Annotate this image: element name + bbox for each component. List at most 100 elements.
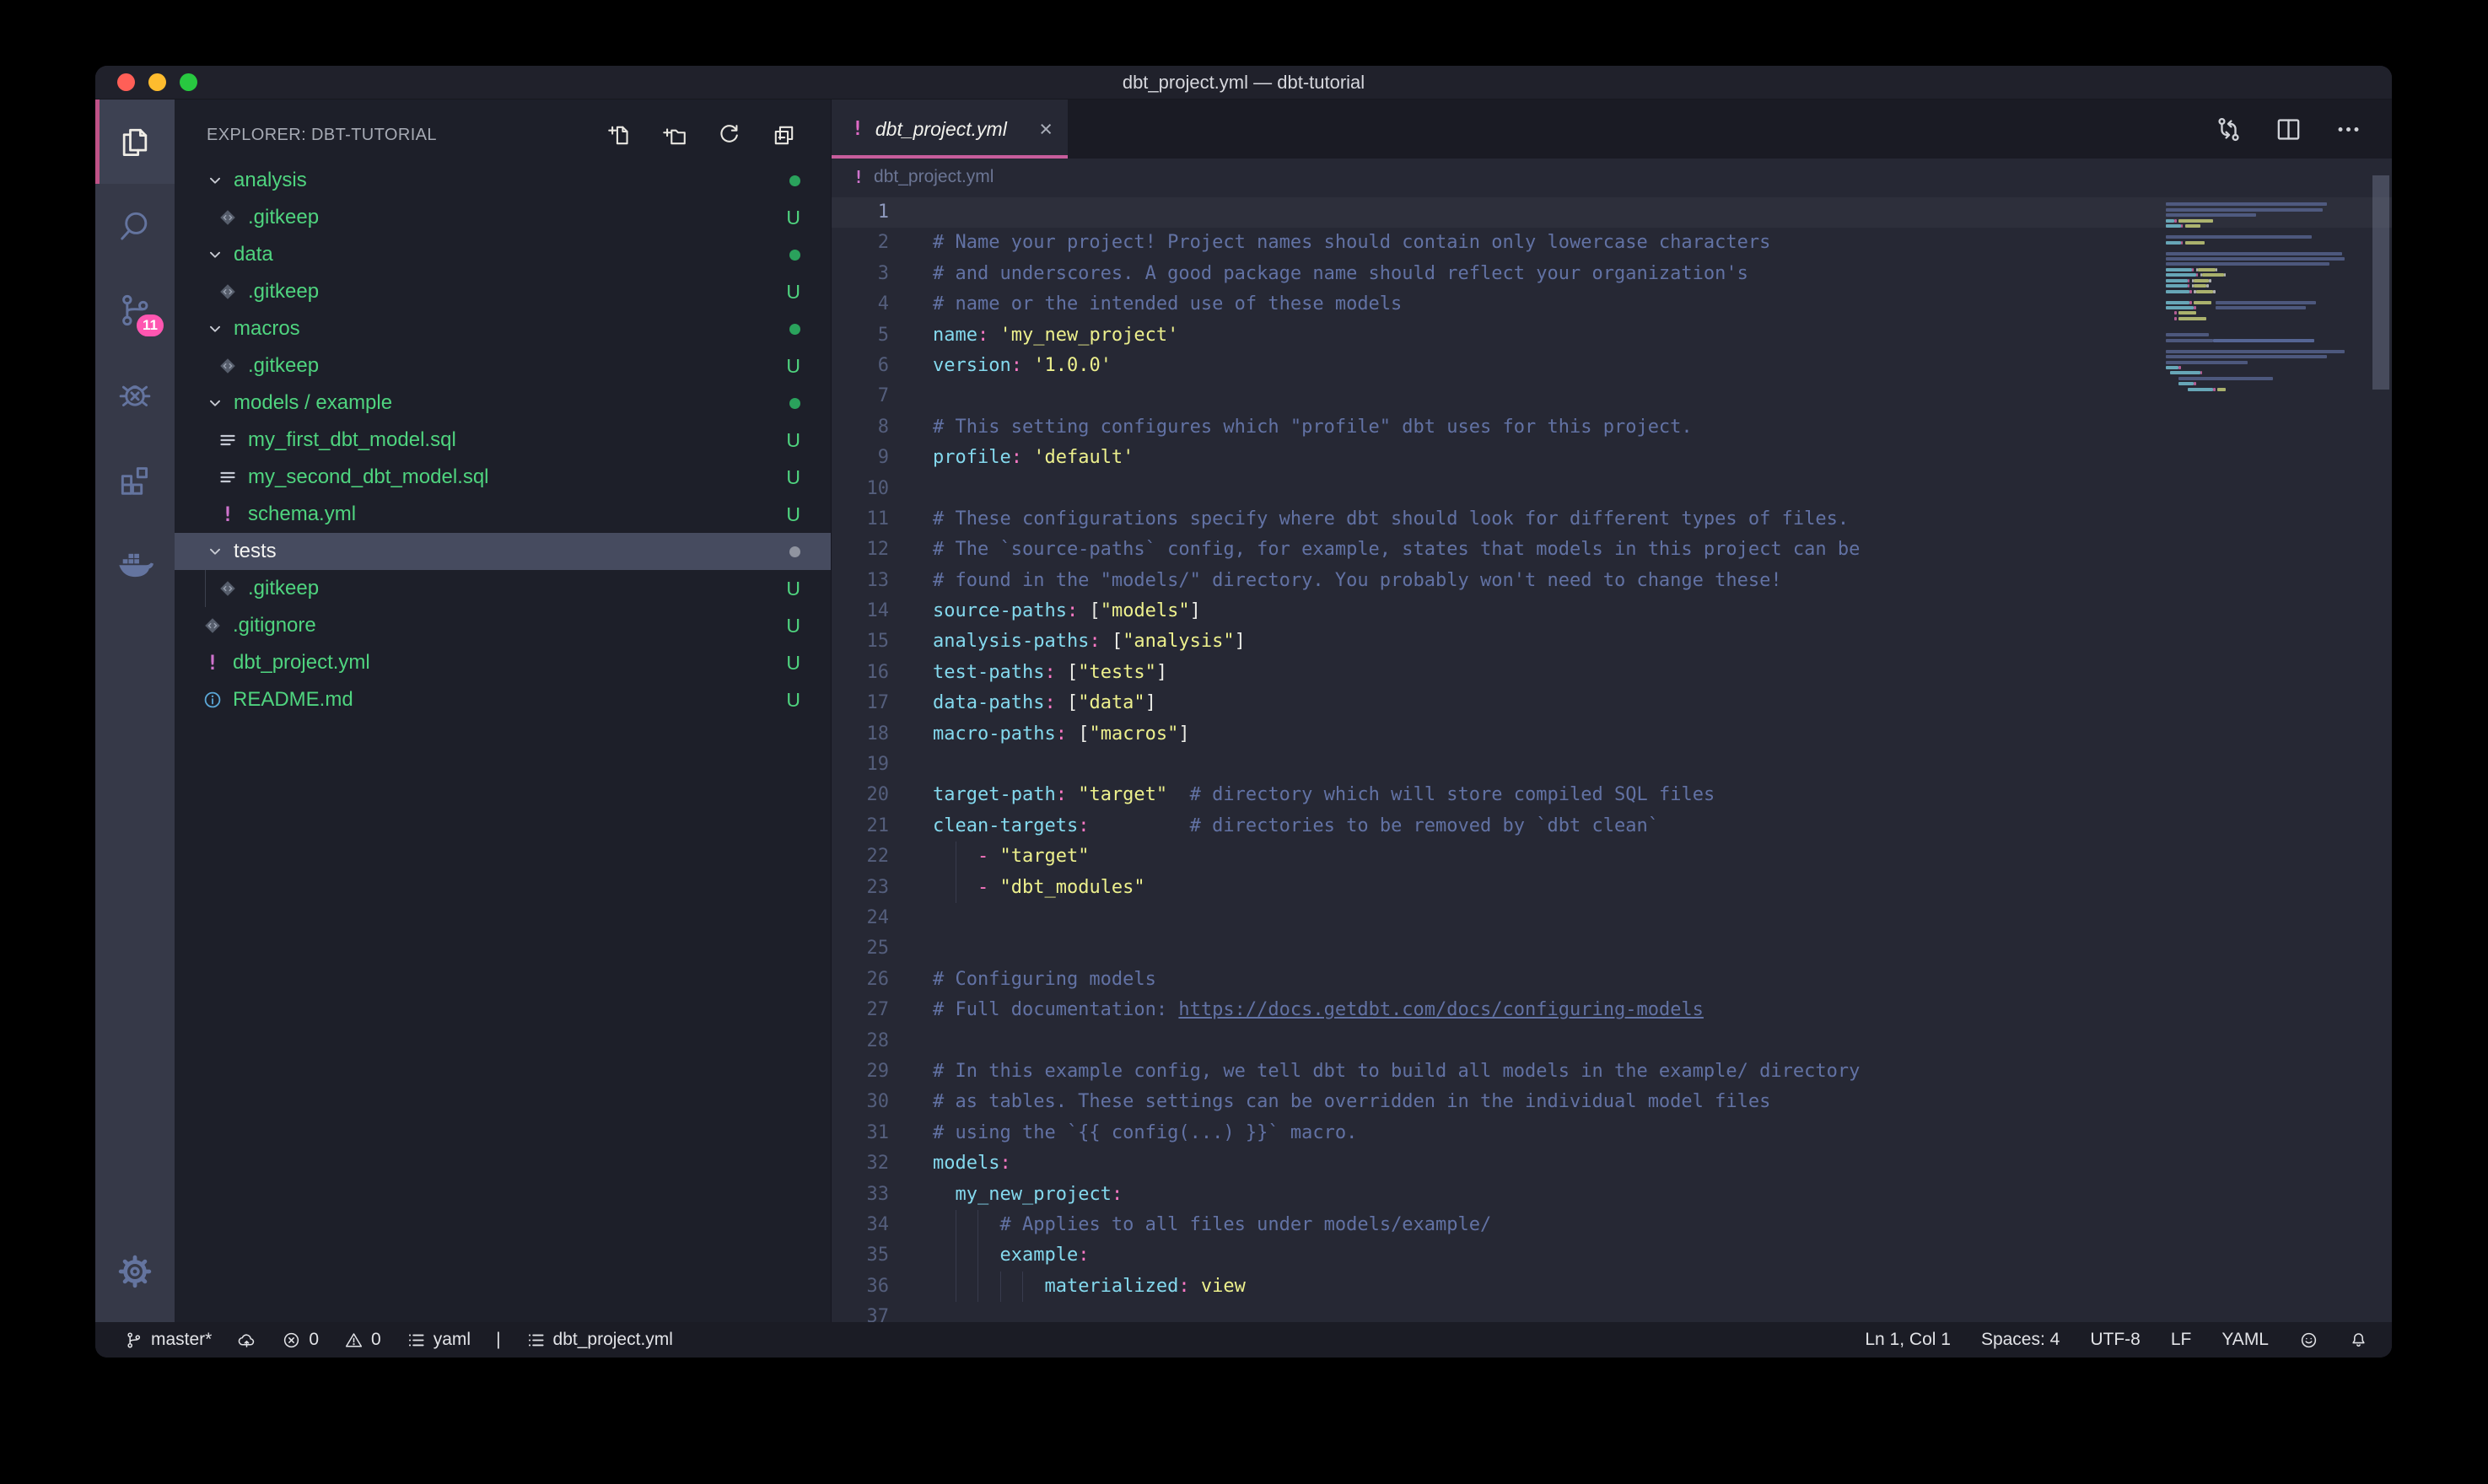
tree-item-models-example[interactable]: models / example [175, 384, 831, 422]
status-ln-1-col-1[interactable]: Ln 1, Col 1 [1865, 1330, 1951, 1350]
code-line-27[interactable]: 27# Full documentation: https://docs.get… [832, 995, 2392, 1025]
code-line-16[interactable]: 16test-paths: ["tests"] [832, 658, 2392, 688]
docker-activity-button[interactable] [95, 521, 175, 605]
split-editor-icon[interactable] [2274, 115, 2303, 144]
collapse-all-icon[interactable] [771, 122, 797, 148]
code-line-15[interactable]: 15analysis-paths: ["analysis"] [832, 626, 2392, 657]
tree-item--gitkeep[interactable]: .gitkeepU [175, 273, 831, 310]
more-actions-icon[interactable] [2334, 115, 2363, 144]
code-line-2[interactable]: 2# Name your project! Project names shou… [832, 228, 2392, 258]
tree-item-label: .gitkeep [248, 206, 786, 229]
explorer-activity-button[interactable] [95, 99, 175, 184]
code-line-8[interactable]: 8# This setting configures which "profil… [832, 412, 2392, 443]
title-bar[interactable]: dbt_project.yml — dbt-tutorial [95, 66, 2392, 99]
tree-item-analysis[interactable]: analysis [175, 162, 831, 199]
status-feedback[interactable] [2299, 1331, 2318, 1350]
status-outline[interactable]: yaml [407, 1330, 471, 1350]
tree-item-my-first-dbt-model-sql[interactable]: my_first_dbt_model.sqlU [175, 422, 831, 459]
explorer-title: EXPLORER: DBT-TUTORIAL [207, 126, 606, 145]
tab-close-icon[interactable]: × [1039, 118, 1053, 141]
code-line-3[interactable]: 3# and underscores. A good package name … [832, 259, 2392, 289]
code-line-31[interactable]: 31# using the `{{ config(...) }}` macro. [832, 1118, 2392, 1148]
tree-item--gitkeep[interactable]: .gitkeepU [175, 199, 831, 236]
code-line-25[interactable]: 25 [832, 933, 2392, 964]
tree-item-my-second-dbt-model-sql[interactable]: my_second_dbt_model.sqlU [175, 459, 831, 496]
code-line-34[interactable]: 34 # Applies to all files under models/e… [832, 1210, 2392, 1240]
new-file-icon[interactable] [606, 122, 633, 148]
code-line-35[interactable]: 35 example: [832, 1240, 2392, 1271]
tree-item-label: .gitkeep [248, 577, 786, 600]
minimap[interactable] [2164, 197, 2369, 408]
code-line-4[interactable]: 4# name or the intended use of these mod… [832, 289, 2392, 320]
code-line-6[interactable]: 6version: '1.0.0' [832, 351, 2392, 381]
new-folder-icon[interactable] [661, 122, 687, 148]
outline-icon [407, 1331, 426, 1350]
tab-dbt-project-yml[interactable]: ! dbt_project.yml × [832, 99, 1068, 159]
refresh-icon[interactable] [716, 122, 742, 148]
status-yaml[interactable]: YAML [2221, 1330, 2269, 1350]
code-line-29[interactable]: 29# In this example config, we tell dbt … [832, 1057, 2392, 1087]
cloud-upload-icon [237, 1331, 256, 1350]
code-line-22[interactable]: 22 - "target" [832, 841, 2392, 872]
code-line-32[interactable]: 32models: [832, 1148, 2392, 1179]
editor-scrollbar[interactable] [2372, 175, 2389, 390]
tree-item-macros[interactable]: macros [175, 310, 831, 347]
code-line-26[interactable]: 26# Configuring models [832, 965, 2392, 995]
code-line-14[interactable]: 14source-paths: ["models"] [832, 596, 2392, 626]
code-line-36[interactable]: 36 materialized: view [832, 1272, 2392, 1302]
tree-item-readme-md[interactable]: README.mdU [175, 681, 831, 718]
source-control-activity-button[interactable]: 11 [95, 268, 175, 352]
code-line-28[interactable]: 28 [832, 1026, 2392, 1057]
status-warning[interactable]: 0 [344, 1330, 381, 1350]
code-editor[interactable]: 12# Name your project! Project names sho… [832, 196, 2392, 1322]
tree-item-dbt-project-yml[interactable]: !dbt_project.ymlU [175, 644, 831, 681]
code-line-17[interactable]: 17data-paths: ["data"] [832, 688, 2392, 718]
code-line-5[interactable]: 5name: 'my_new_project' [832, 320, 2392, 351]
tree-item-tests[interactable]: tests [175, 533, 831, 570]
code-line-37[interactable]: 37 [832, 1302, 2392, 1322]
tree-item-data[interactable]: data [175, 236, 831, 273]
code-line-33[interactable]: 33 my_new_project: [832, 1180, 2392, 1210]
code-line-19[interactable]: 19 [832, 750, 2392, 780]
code-line-10[interactable]: 10 [832, 474, 2392, 504]
status-spaces-4[interactable]: Spaces: 4 [1981, 1330, 2060, 1350]
git-file-icon [202, 615, 223, 637]
docker-icon [116, 545, 153, 582]
code-line-7[interactable]: 7 [832, 381, 2392, 411]
status-lf[interactable]: LF [2171, 1330, 2192, 1350]
status-bell[interactable] [2349, 1331, 2368, 1350]
code-line-21[interactable]: 21clean-targets: # directories to be rem… [832, 811, 2392, 841]
tree-item--gitkeep[interactable]: .gitkeepU [175, 570, 831, 607]
code-line-13[interactable]: 13# found in the "models/" directory. Yo… [832, 566, 2392, 596]
code-line-9[interactable]: 9profile: 'default' [832, 443, 2392, 473]
tree-item-label: data [234, 243, 789, 266]
code-line-30[interactable]: 30# as tables. These settings can be ove… [832, 1087, 2392, 1117]
status-git-branch[interactable]: master* [124, 1330, 212, 1350]
open-changes-icon[interactable] [2214, 115, 2243, 144]
window-title: dbt_project.yml — dbt-tutorial [95, 66, 2392, 99]
status-error[interactable]: 0 [282, 1330, 319, 1350]
search-activity-button[interactable] [95, 184, 175, 268]
settings-activity-button[interactable] [95, 1229, 175, 1314]
status-cloud-upload[interactable] [237, 1331, 256, 1350]
code-line-12[interactable]: 12# The `source-paths` config, for examp… [832, 535, 2392, 565]
breadcrumb-item[interactable]: dbt_project.yml [874, 167, 994, 187]
tree-item--gitkeep[interactable]: .gitkeepU [175, 347, 831, 384]
code-line-11[interactable]: 11# These configurations specify where d… [832, 504, 2392, 535]
tab-label: dbt_project.yml [875, 118, 1039, 141]
code-line-23[interactable]: 23 - "dbt_modules" [832, 873, 2392, 903]
outline-icon [526, 1331, 546, 1350]
code-line-18[interactable]: 18macro-paths: ["macros"] [832, 719, 2392, 750]
code-line-1[interactable]: 1 [832, 197, 2392, 228]
yaml-warning-file-icon: ! [202, 652, 223, 674]
debug-activity-button[interactable] [95, 352, 175, 437]
status-outline[interactable]: dbt_project.yml [526, 1330, 673, 1350]
status-utf-8[interactable]: UTF-8 [2090, 1330, 2141, 1350]
breadcrumb[interactable]: ! dbt_project.yml [832, 159, 2392, 196]
extensions-activity-button[interactable] [95, 437, 175, 521]
explorer-header: EXPLORER: DBT-TUTORIAL [207, 120, 797, 150]
code-line-24[interactable]: 24 [832, 903, 2392, 933]
tree-item--gitignore[interactable]: .gitignoreU [175, 607, 831, 644]
code-line-20[interactable]: 20target-path: "target" # directory whic… [832, 780, 2392, 810]
tree-item-schema-yml[interactable]: !schema.ymlU [175, 496, 831, 533]
